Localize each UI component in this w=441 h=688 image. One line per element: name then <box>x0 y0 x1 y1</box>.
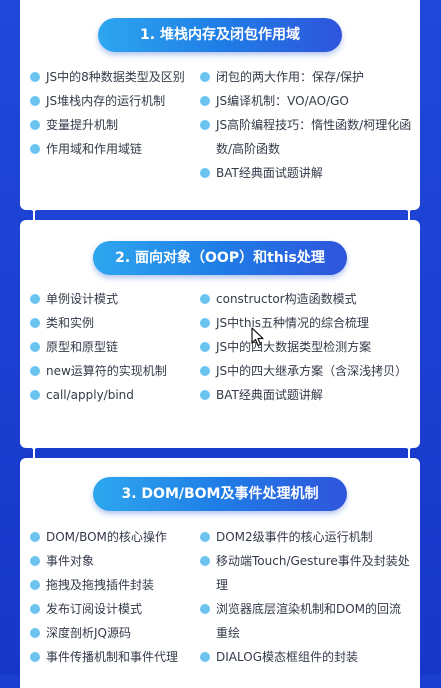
bullet-dot-icon <box>30 580 40 590</box>
list-item: 浏览器底层渲染机制和DOM的回流重绘 <box>200 597 412 645</box>
list-item: JS编译机制：VO/AO/GO <box>200 89 412 113</box>
mouse-cursor-icon <box>251 327 264 347</box>
bullet-dot-icon <box>30 342 40 352</box>
list-item: 深度剖析JQ源码 <box>30 621 200 645</box>
bullet-dot-icon <box>30 144 40 154</box>
list-item: BAT经典面试题讲解 <box>200 161 412 185</box>
bullet-dot-icon <box>30 652 40 662</box>
section-card-1: 1. 堆栈内存及闭包作用域 JS中的8种数据类型及区别 JS堆栈内存的运行机制 … <box>20 0 420 210</box>
section-card-3: 3. DOM/BOM及事件处理机制 DOM/BOM的核心操作 事件对象 拖拽及拖… <box>20 458 420 688</box>
list-item: JS堆栈内存的运行机制 <box>30 89 192 113</box>
section-2-left-list: 单例设计模式 类和实例 原型和原型链 new运算符的实现机制 call/appl… <box>30 287 192 407</box>
list-item: 作用域和作用域链 <box>30 137 192 161</box>
list-item: JS高阶编程技巧：惰性函数/柯理化函数/高阶函数 <box>200 113 412 161</box>
section-card-2: 2. 面向对象（OOP）和this处理 单例设计模式 类和实例 原型和原型链 n… <box>20 220 420 448</box>
list-item: JS中的8种数据类型及区别 <box>30 65 192 89</box>
list-item: 单例设计模式 <box>30 287 192 311</box>
bullet-dot-icon <box>30 96 40 106</box>
list-item: 拖拽及拖拽插件封装 <box>30 573 200 597</box>
list-item: DIALOG模态框组件的封装 <box>200 645 412 669</box>
bullet-dot-icon <box>30 120 40 130</box>
list-item: 原型和原型链 <box>30 335 192 359</box>
section-1-right-list: 闭包的两大作用：保存/保护 JS编译机制：VO/AO/GO JS高阶编程技巧：惰… <box>200 65 412 185</box>
bullet-dot-icon <box>30 318 40 328</box>
bullet-dot-icon <box>200 294 210 304</box>
list-item: 类和实例 <box>30 311 192 335</box>
list-item: call/apply/bind <box>30 383 192 407</box>
list-item: 事件传播机制和事件代理 <box>30 645 200 669</box>
section-title-3: 3. DOM/BOM及事件处理机制 <box>93 477 347 511</box>
list-item: DOM2级事件的核心运行机制 <box>200 525 412 549</box>
bullet-dot-icon <box>200 390 210 400</box>
section-2-right-list: constructor构造函数模式 JS中this五种情况的综合梳理 JS中的四… <box>200 287 412 407</box>
bullet-dot-icon <box>200 556 210 566</box>
section-3-left-list: DOM/BOM的核心操作 事件对象 拖拽及拖拽插件封装 发布订阅设计模式 深度剖… <box>30 525 200 669</box>
list-item: JS中的四大数据类型检测方案 <box>200 335 412 359</box>
syllabus-page: 1. 堆栈内存及闭包作用域 JS中的8种数据类型及区别 JS堆栈内存的运行机制 … <box>0 0 441 688</box>
bullet-dot-icon <box>200 168 210 178</box>
list-item: 变量提升机制 <box>30 113 192 137</box>
bullet-dot-icon <box>30 532 40 542</box>
section-1-left-list: JS中的8种数据类型及区别 JS堆栈内存的运行机制 变量提升机制 作用域和作用域… <box>30 65 192 161</box>
bullet-dot-icon <box>30 294 40 304</box>
list-item: JS中的四大继承方案（含深浅拷贝） <box>200 359 412 383</box>
list-item: 发布订阅设计模式 <box>30 597 200 621</box>
bullet-dot-icon <box>200 318 210 328</box>
bullet-dot-icon <box>30 72 40 82</box>
section-title-2: 2. 面向对象（OOP）和this处理 <box>93 241 347 275</box>
list-item: 移动端Touch/Gesture事件及封装处理 <box>200 549 412 597</box>
list-item: 闭包的两大作用：保存/保护 <box>200 65 412 89</box>
section-3-right-list: DOM2级事件的核心运行机制 移动端Touch/Gesture事件及封装处理 浏… <box>200 525 412 669</box>
list-item: JS中this五种情况的综合梳理 <box>200 311 412 335</box>
list-item: new运算符的实现机制 <box>30 359 192 383</box>
bullet-dot-icon <box>30 366 40 376</box>
bullet-dot-icon <box>200 120 210 130</box>
bullet-dot-icon <box>200 342 210 352</box>
bullet-dot-icon <box>200 96 210 106</box>
list-item: BAT经典面试题讲解 <box>200 383 412 407</box>
bullet-dot-icon <box>30 556 40 566</box>
bullet-dot-icon <box>200 652 210 662</box>
bullet-dot-icon <box>30 628 40 638</box>
list-item: DOM/BOM的核心操作 <box>30 525 200 549</box>
bullet-dot-icon <box>30 604 40 614</box>
bullet-dot-icon <box>30 390 40 400</box>
bullet-dot-icon <box>200 72 210 82</box>
bullet-dot-icon <box>200 532 210 542</box>
list-item: constructor构造函数模式 <box>200 287 412 311</box>
bullet-dot-icon <box>200 604 210 614</box>
list-item: 事件对象 <box>30 549 200 573</box>
bullet-dot-icon <box>200 366 210 376</box>
section-title-1: 1. 堆栈内存及闭包作用域 <box>98 18 342 52</box>
